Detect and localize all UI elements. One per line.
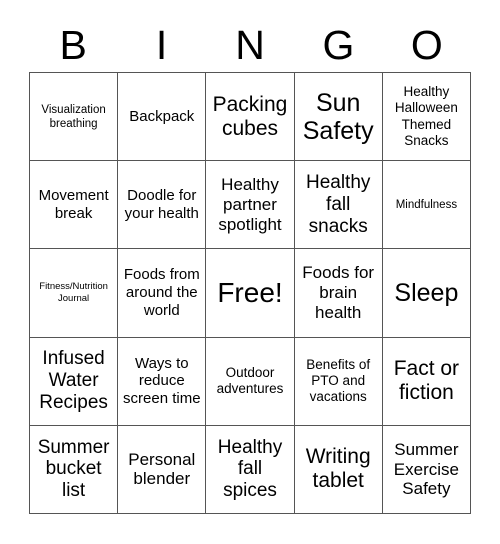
bingo-cell-g5[interactable]: Writing tablet xyxy=(294,425,383,514)
bingo-cell-g1[interactable]: Sun Safety xyxy=(294,73,383,162)
bingo-header-letter-n: N xyxy=(235,21,265,68)
bingo-cell-label: Mindfulness xyxy=(395,198,458,211)
bingo-cell-label: Healthy fall spices xyxy=(217,436,283,502)
bingo-cell-label: Healthy fall snacks xyxy=(305,172,371,237)
bingo-cell-label: Ways to reduce screen time xyxy=(123,354,201,408)
bingo-cell-n1[interactable]: Packing cubes xyxy=(206,73,295,162)
bingo-header-letter-o: O xyxy=(410,21,443,68)
bingo-header-letter-g: G xyxy=(322,21,355,68)
bingo-cell-o1[interactable]: Healthy Halloween Themed Snacks xyxy=(382,73,471,162)
bingo-cell-label: Fact or fiction xyxy=(393,357,460,405)
bingo-grid: Visualization breathing Backpack Packing… xyxy=(29,72,471,514)
bingo-cell-free-space[interactable]: Free! xyxy=(206,249,295,338)
bingo-cell-label: Personal blender xyxy=(128,449,196,489)
bingo-header-row: B I N G O xyxy=(29,18,471,72)
bingo-cell-o5[interactable]: Summer Exercise Safety xyxy=(382,425,471,514)
bingo-cell-label: Healthy Halloween Themed Snacks xyxy=(394,84,458,148)
bingo-cell-i1[interactable]: Backpack xyxy=(118,73,207,162)
bingo-header-letter-i: I xyxy=(155,21,168,68)
bingo-cell-i5[interactable]: Personal blender xyxy=(118,425,207,514)
bingo-card: B I N G O Visualization breathing Backpa… xyxy=(0,0,500,544)
bingo-cell-b1[interactable]: Visualization breathing xyxy=(30,73,119,162)
bingo-cell-b5[interactable]: Summer bucket list xyxy=(30,425,119,514)
bingo-cell-label: Summer Exercise Safety xyxy=(393,439,459,499)
bingo-cell-n4[interactable]: Outdoor adventures xyxy=(206,337,295,426)
bingo-cell-g4[interactable]: Benefits of PTO and vacations xyxy=(294,337,383,426)
bingo-cell-b2[interactable]: Movement break xyxy=(30,161,119,250)
bingo-cell-i4[interactable]: Ways to reduce screen time xyxy=(118,337,207,426)
bingo-cell-label: Sleep xyxy=(394,278,459,307)
bingo-cell-label: Healthy partner spotlight xyxy=(218,175,282,234)
bingo-cell-o4[interactable]: Fact or fiction xyxy=(382,337,471,426)
bingo-cell-label: Foods from around the world xyxy=(123,266,200,319)
bingo-cell-label: Outdoor adventures xyxy=(216,365,284,397)
bingo-cell-label: Visualization breathing xyxy=(41,103,106,130)
bingo-cell-label: Summer bucket list xyxy=(37,436,110,502)
bingo-free-space-label: Free! xyxy=(217,276,283,308)
bingo-header-letter-b: B xyxy=(59,21,87,68)
bingo-cell-i3[interactable]: Foods from around the world xyxy=(118,249,207,338)
bingo-cell-n2[interactable]: Healthy partner spotlight xyxy=(206,161,295,250)
bingo-cell-label: Backpack xyxy=(129,107,195,125)
bingo-cell-label: Benefits of PTO and vacations xyxy=(306,356,371,405)
bingo-cell-g2[interactable]: Healthy fall snacks xyxy=(294,161,383,250)
bingo-cell-o3[interactable]: Sleep xyxy=(382,249,471,338)
bingo-cell-o2[interactable]: Mindfulness xyxy=(382,161,471,250)
bingo-cell-label: Packing cubes xyxy=(212,92,288,140)
bingo-cell-b4[interactable]: Infused Water Recipes xyxy=(30,337,119,426)
bingo-cell-i2[interactable]: Doodle for your health xyxy=(118,161,207,250)
bingo-cell-label: Movement break xyxy=(38,187,109,222)
bingo-cell-label: Doodle for your health xyxy=(124,187,199,222)
bingo-cell-label: Sun Safety xyxy=(302,88,374,145)
bingo-cell-label: Fitness/Nutrition Journal xyxy=(39,281,108,304)
bingo-cell-n5[interactable]: Healthy fall spices xyxy=(206,425,295,514)
bingo-cell-g3[interactable]: Foods for brain health xyxy=(294,249,383,338)
bingo-cell-b3[interactable]: Fitness/Nutrition Journal xyxy=(30,249,119,338)
bingo-cell-label: Foods for brain health xyxy=(302,263,375,322)
bingo-cell-label: Infused Water Recipes xyxy=(39,348,108,414)
bingo-cell-label: Writing tablet xyxy=(305,445,371,493)
